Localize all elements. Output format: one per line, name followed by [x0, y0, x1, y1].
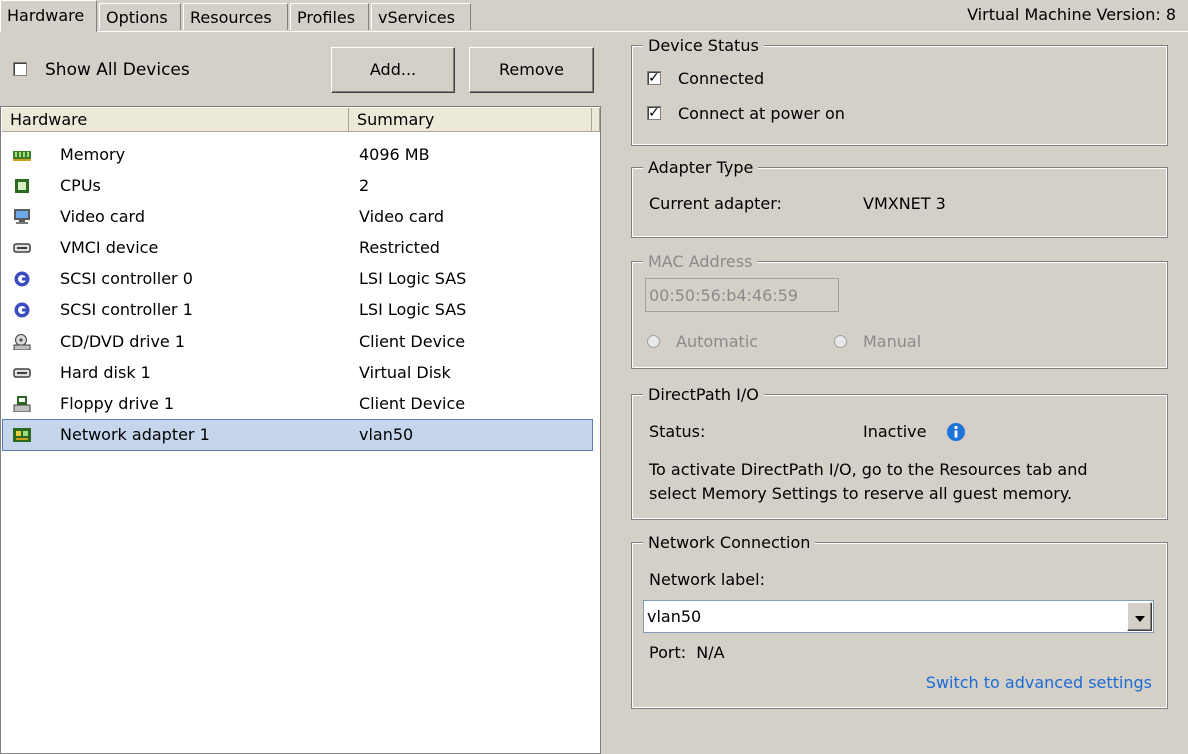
list-item-selected[interactable]: Network adapter 1 vlan50: [2, 419, 593, 451]
network-label-label: Network label:: [649, 570, 765, 589]
floppy-icon: [13, 396, 31, 412]
manual-label: Manual: [863, 332, 922, 351]
hardware-summary: Video card: [359, 207, 444, 226]
list-item[interactable]: Floppy drive 1 Client Device: [3, 389, 592, 419]
hardware-summary: LSI Logic SAS: [359, 300, 467, 319]
hardware-summary: vlan50: [359, 425, 414, 444]
directpath-status-label: Status:: [649, 422, 706, 441]
mac-address-title: MAC Address: [643, 252, 758, 272]
port-label: Port: N/A: [649, 643, 725, 662]
connect-at-power-on-checkbox[interactable]: ✓: [647, 106, 661, 120]
tab-profiles[interactable]: Profiles: [290, 3, 369, 30]
directpath-note-line1: To activate DirectPath I/O, go to the Re…: [649, 460, 1088, 479]
manual-radio[interactable]: [834, 335, 847, 348]
automatic-radio[interactable]: [647, 335, 660, 348]
adapter-type-title: Adapter Type: [643, 158, 759, 178]
add-button[interactable]: Add...: [331, 47, 455, 93]
hard-disk-icon: [13, 368, 31, 378]
list-item[interactable]: Memory 4096 MB: [3, 140, 592, 170]
hardware-summary: 4096 MB: [359, 145, 430, 164]
network-label-selected-value: vlan50: [647, 607, 702, 626]
hardware-list[interactable]: Hardware Summary Memory 4096 MB CPUs 2 V…: [0, 106, 601, 754]
switch-advanced-settings-link[interactable]: Switch to advanced settings: [926, 672, 1152, 694]
tab-divider: [0, 31, 1188, 32]
hardware-name: SCSI controller 1: [60, 300, 193, 319]
hardware-summary: Client Device: [359, 332, 466, 351]
list-item[interactable]: SCSI controller 0 LSI Logic SAS: [3, 264, 592, 294]
list-item[interactable]: Hard disk 1 Virtual Disk: [3, 358, 592, 388]
hardware-name: SCSI controller 0: [60, 269, 193, 288]
list-item[interactable]: VMCI device Restricted: [3, 233, 592, 263]
list-item[interactable]: CD/DVD drive 1 Client Device: [3, 327, 592, 357]
column-header-hardware[interactable]: Hardware: [2, 108, 349, 132]
tab-strip: Hardware Options Resources Profiles vSer…: [0, 0, 1188, 34]
current-adapter-value: VMXNET 3: [863, 194, 946, 213]
show-all-devices-checkbox[interactable]: [13, 62, 27, 76]
device-icon: [13, 243, 31, 253]
directpath-status-value: Inactive: [863, 422, 927, 441]
vm-version-label: Virtual Machine Version: 8: [967, 5, 1176, 24]
tab-resources[interactable]: Resources: [183, 3, 288, 30]
monitor-icon: [14, 209, 30, 224]
hardware-name: Video card: [60, 207, 145, 226]
scsi-icon: [14, 302, 30, 318]
mac-address-field[interactable]: 00:50:56:b4:46:59: [645, 278, 839, 312]
list-item[interactable]: Video card Video card: [3, 202, 592, 232]
network-connection-title: Network Connection: [643, 533, 816, 553]
hardware-name: Floppy drive 1: [60, 394, 175, 413]
current-adapter-label: Current adapter:: [649, 194, 782, 213]
connect-at-power-on-label: Connect at power on: [678, 104, 845, 123]
hardware-name: CPUs: [60, 176, 101, 195]
hardware-name: VMCI device: [60, 238, 159, 257]
chevron-down-icon: [1134, 615, 1145, 622]
device-status-title: Device Status: [643, 36, 764, 56]
hardware-summary: 2: [359, 176, 370, 195]
show-all-devices-label: Show All Devices: [45, 60, 190, 80]
hardware-summary: Restricted: [359, 238, 440, 257]
column-header-summary[interactable]: Summary: [349, 108, 592, 132]
remove-button[interactable]: Remove: [469, 47, 594, 93]
hardware-name: Memory: [60, 145, 126, 164]
connected-checkbox[interactable]: ✓: [647, 71, 661, 85]
tab-hardware[interactable]: Hardware: [0, 0, 97, 32]
tab-options[interactable]: Options: [99, 3, 181, 30]
hardware-summary: LSI Logic SAS: [359, 269, 467, 288]
hardware-name: Hard disk 1: [60, 363, 151, 382]
column-header-filler: [592, 108, 600, 132]
scsi-icon: [14, 271, 30, 287]
network-label-select[interactable]: vlan50: [643, 600, 1154, 633]
cd-drive-icon: [13, 334, 31, 350]
device-status-group: [631, 45, 1168, 146]
hardware-name: CD/DVD drive 1: [60, 332, 186, 351]
network-card-icon: [13, 428, 31, 442]
dropdown-button[interactable]: [1127, 602, 1152, 631]
cpu-icon: [15, 179, 29, 193]
hardware-name: Network adapter 1: [60, 425, 210, 444]
memory-icon: [13, 151, 31, 161]
info-icon[interactable]: [946, 422, 966, 442]
automatic-label: Automatic: [676, 332, 759, 351]
connected-label: Connected: [678, 69, 765, 88]
directpath-title: DirectPath I/O: [643, 385, 764, 405]
tab-vservices[interactable]: vServices: [371, 3, 471, 30]
list-item[interactable]: CPUs 2: [3, 171, 592, 201]
hardware-summary: Virtual Disk: [359, 363, 451, 382]
directpath-note-line2: select Memory Settings to reserve all gu…: [649, 484, 1073, 503]
list-item[interactable]: SCSI controller 1 LSI Logic SAS: [3, 295, 592, 325]
hardware-summary: Client Device: [359, 394, 466, 413]
